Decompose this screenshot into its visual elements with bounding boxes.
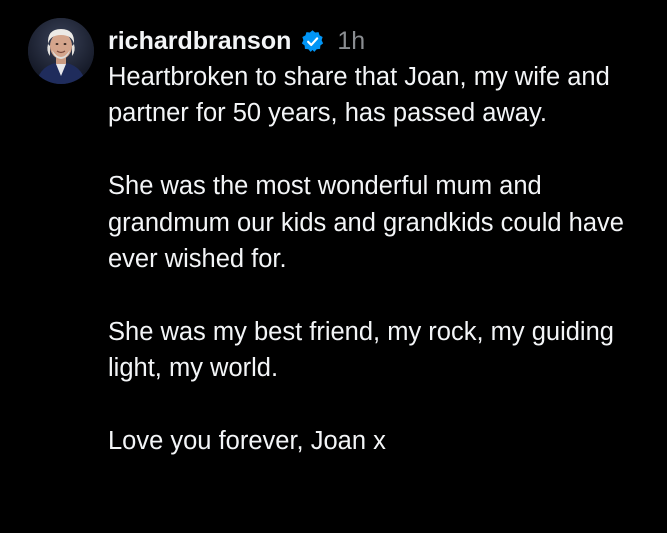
post-timestamp: 1h [337, 26, 366, 55]
post-text: Heartbroken to share that Joan, my wife … [108, 59, 648, 459]
post-header: richardbranson 1h [108, 24, 365, 58]
post-paragraph: Love you forever, Joan x [108, 427, 386, 456]
post-paragraph: Heartbroken to share that Joan, my wife … [108, 63, 610, 128]
post-paragraph: She was my best friend, my rock, my guid… [108, 317, 614, 383]
username[interactable]: richardbranson [108, 27, 291, 56]
verified-badge-icon [300, 29, 325, 54]
post: richardbranson 1h Heartbroken to share t… [0, 0, 667, 533]
avatar-photo [28, 18, 94, 84]
post-paragraph: She was the most wonderful mum and grand… [108, 172, 624, 274]
avatar[interactable] [28, 18, 94, 84]
